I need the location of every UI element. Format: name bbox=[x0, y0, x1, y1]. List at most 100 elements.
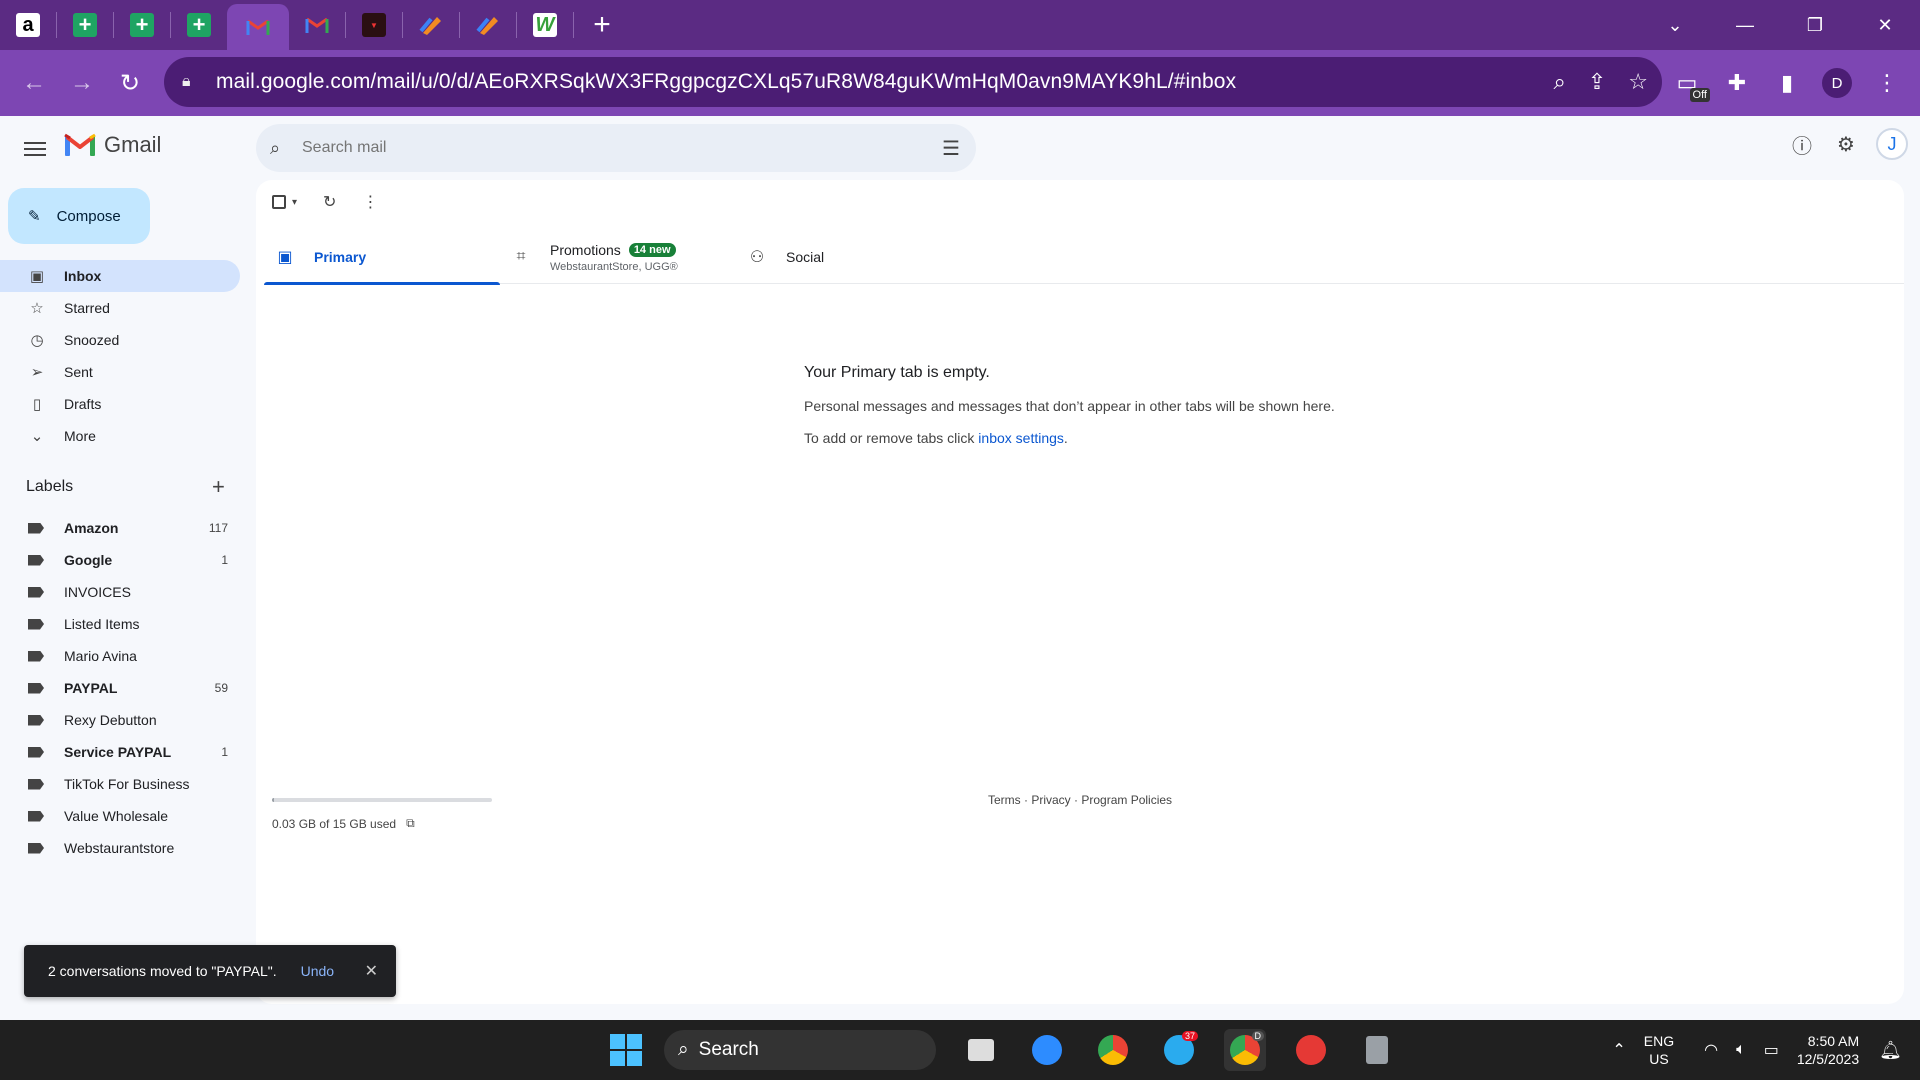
chevron-down-icon: ⌄ bbox=[30, 428, 44, 445]
label-item-amazon[interactable]: Amazon 117 bbox=[0, 512, 240, 544]
telegram-app-icon[interactable]: 37 bbox=[1158, 1029, 1200, 1071]
sidebar-item-sent[interactable]: ➢ Sent bbox=[0, 356, 240, 388]
bookmark-star-icon[interactable]: ☆ bbox=[1628, 69, 1648, 95]
wifi-icon[interactable]: ◠ bbox=[1704, 1040, 1718, 1060]
close-window-icon[interactable]: ✕ bbox=[1850, 0, 1920, 50]
browser-tab-red-app[interactable]: ▼ bbox=[346, 0, 402, 50]
battery-icon[interactable]: ▭ bbox=[1764, 1040, 1779, 1060]
taskbar-apps: ⌕ Search 37 D bbox=[610, 1020, 1398, 1080]
inbox-settings-link[interactable]: inbox settings bbox=[978, 430, 1064, 446]
gmail-logo[interactable]: Gmail bbox=[64, 132, 161, 158]
add-label-icon[interactable]: + bbox=[212, 474, 225, 500]
tag-icon: ⌗ bbox=[516, 248, 526, 265]
share-icon[interactable]: ⇪ bbox=[1588, 69, 1606, 95]
help-icon[interactable]: ⓘ bbox=[1788, 130, 1816, 158]
undo-button[interactable]: Undo bbox=[301, 963, 334, 979]
browser-tab-sheets-2[interactable]: + bbox=[114, 0, 170, 50]
lock-icon[interactable]: 🔒︎ bbox=[182, 73, 206, 91]
reload-icon[interactable]: ↻ bbox=[106, 59, 154, 107]
label-item-invoices[interactable]: INVOICES bbox=[0, 576, 240, 608]
compose-button[interactable]: ✎ Compose bbox=[8, 188, 150, 244]
draft-icon: ▯ bbox=[32, 396, 42, 413]
browser-tab-gmail-active[interactable] bbox=[227, 4, 289, 50]
close-icon[interactable]: ✕ bbox=[365, 961, 378, 981]
search-icon[interactable]: ⌕ bbox=[270, 138, 292, 159]
clock[interactable]: 8:50 AM 12/5/2023 bbox=[1797, 1032, 1859, 1068]
telegram-badge: 37 bbox=[1181, 1031, 1198, 1041]
label-item-tiktok[interactable]: TikTok For Business bbox=[0, 768, 240, 800]
tab-primary[interactable]: ▣ Primary bbox=[264, 230, 500, 285]
browser-tab-amazon[interactable]: a bbox=[0, 0, 56, 50]
snackbar-message: 2 conversations moved to "PAYPAL". bbox=[48, 963, 277, 979]
sidebar-item-drafts[interactable]: ▯ Drafts bbox=[0, 388, 240, 420]
label-tag-icon bbox=[28, 682, 44, 694]
more-options-icon[interactable]: ⋮ bbox=[362, 192, 378, 212]
browser-tab-pen-app-2[interactable] bbox=[460, 0, 516, 50]
chrome-app-icon[interactable] bbox=[1092, 1029, 1134, 1071]
label-item-service-paypal[interactable]: Service PAYPAL 1 bbox=[0, 736, 240, 768]
windows-start-icon[interactable] bbox=[610, 1034, 642, 1066]
puzzle-icon[interactable]: ✚ bbox=[1722, 68, 1752, 98]
gmail-logo-icon bbox=[64, 133, 96, 156]
forward-icon[interactable]: → bbox=[58, 59, 106, 107]
privacy-link[interactable]: Privacy bbox=[1031, 793, 1070, 807]
language-indicator[interactable]: ENG US bbox=[1644, 1032, 1674, 1068]
menu-kebab-icon[interactable]: ⋮ bbox=[1872, 68, 1902, 98]
label-item-webstaurantstore[interactable]: Webstaurantstore bbox=[0, 832, 240, 864]
address-url[interactable]: mail.google.com/mail/u/0/d/AEoRXRSqkWX3F… bbox=[216, 70, 1236, 94]
tab-search-chevron-icon[interactable]: ⌄ bbox=[1640, 0, 1710, 50]
browser-tab-gmail-2[interactable] bbox=[289, 0, 345, 50]
taskbar-search[interactable]: ⌕ Search bbox=[664, 1030, 936, 1070]
tab-promotions[interactable]: ⌗ Promotions 14 new WebstaurantStore, UGG… bbox=[500, 230, 736, 284]
profile-avatar[interactable]: D bbox=[1822, 68, 1852, 98]
settings-gear-icon[interactable]: ⚙ bbox=[1832, 130, 1860, 158]
calculator-app-icon[interactable] bbox=[1356, 1029, 1398, 1071]
terms-link[interactable]: Terms bbox=[988, 793, 1021, 807]
browser-tab-pen-app-1[interactable] bbox=[403, 0, 459, 50]
refresh-icon[interactable]: ↻ bbox=[323, 192, 336, 212]
label-item-listed-items[interactable]: Listed Items bbox=[0, 608, 240, 640]
back-icon[interactable]: ← bbox=[10, 59, 58, 107]
search-bar[interactable]: ⌕ ☰ bbox=[256, 124, 976, 172]
zoom-icon[interactable]: ⌕ bbox=[1554, 69, 1566, 95]
chrome-profile-app-icon[interactable]: D bbox=[1224, 1029, 1266, 1071]
search-input[interactable] bbox=[302, 139, 902, 157]
address-bar[interactable]: 🔒︎ mail.google.com/mail/u/0/d/AEoRXRSqkW… bbox=[164, 57, 1662, 107]
label-item-paypal[interactable]: PAYPAL 59 bbox=[0, 672, 240, 704]
sidebar-item-more[interactable]: ⌄ More bbox=[0, 420, 240, 452]
windows-taskbar: ⌕ Search 37 D ⌃ ENG US ◠ 🔈︎ ▭ 8:50 AM 12/5… bbox=[0, 1020, 1920, 1080]
main-menu-icon[interactable] bbox=[20, 134, 50, 164]
label-item-value-wholesale[interactable]: Value Wholesale bbox=[0, 800, 240, 832]
label-item-mario-avina[interactable]: Mario Avina bbox=[0, 640, 240, 672]
search-options-icon[interactable]: ☰ bbox=[942, 136, 960, 161]
empty-description: Personal messages and messages that don’… bbox=[804, 398, 1335, 414]
account-avatar[interactable]: J bbox=[1876, 128, 1908, 160]
zoom-app-icon[interactable] bbox=[1026, 1029, 1068, 1071]
extension-off-icon[interactable]: ▭ Off bbox=[1672, 68, 1710, 102]
label-item-google[interactable]: Google 1 bbox=[0, 544, 240, 576]
people-icon: ⚇ bbox=[749, 249, 765, 266]
volume-icon[interactable]: 🔈︎ bbox=[1736, 1041, 1746, 1059]
browser-tab-green-app[interactable]: W bbox=[517, 0, 573, 50]
sidebar-item-snoozed[interactable]: ◷ Snoozed bbox=[0, 324, 240, 356]
browser-tab-sheets-1[interactable]: + bbox=[57, 0, 113, 50]
label-item-rexy-debutton[interactable]: Rexy Debutton bbox=[0, 704, 240, 736]
browser-tab-sheets-3[interactable]: + bbox=[171, 0, 227, 50]
notification-bell-icon[interactable]: 🔔︎ bbox=[1879, 1040, 1902, 1061]
select-all-checkbox[interactable]: ▾ bbox=[272, 195, 297, 209]
sidebar-item-label: Drafts bbox=[64, 396, 102, 412]
amazon-icon: a bbox=[16, 13, 40, 37]
side-panel-icon[interactable]: ▮ bbox=[1772, 68, 1802, 98]
tab-social[interactable]: ⚇ Social bbox=[736, 230, 972, 284]
program-policies-link[interactable]: Program Policies bbox=[1081, 793, 1172, 807]
open-external-icon[interactable]: ⧉ bbox=[406, 816, 415, 831]
task-view-icon[interactable] bbox=[960, 1029, 1002, 1071]
restore-icon[interactable]: ❐ bbox=[1780, 0, 1850, 50]
check-app-icon[interactable] bbox=[1290, 1029, 1332, 1071]
minimize-icon[interactable]: — bbox=[1710, 0, 1780, 50]
sidebar-item-inbox[interactable]: ▣ Inbox bbox=[0, 260, 240, 292]
chevron-up-icon[interactable]: ⌃ bbox=[1612, 1040, 1625, 1060]
sidebar-item-starred[interactable]: ☆ Starred bbox=[0, 292, 240, 324]
label-name: Rexy Debutton bbox=[64, 712, 157, 728]
new-tab-button[interactable]: + bbox=[574, 0, 630, 50]
